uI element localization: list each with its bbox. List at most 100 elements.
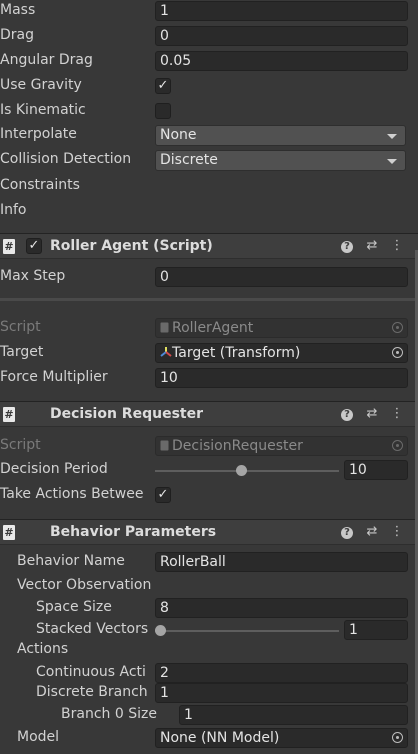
force-row: Force Multiplier 10 [0,367,418,391]
presets-icon[interactable]: ⇄ [364,238,380,254]
decision-requester-header[interactable]: # Decision Requester ? ⇄ ⋮ [0,401,418,427]
stacked-vectors-slider-track[interactable] [155,630,339,632]
target-row: Target Target (Transform) [0,342,418,366]
help-icon[interactable]: ? [339,524,355,540]
interpolate-row: Interpolate None [0,124,418,148]
object-picker-icon [392,322,403,333]
help-icon[interactable]: ? [339,238,355,254]
roller-agent-title: Roller Agent (Script) [50,238,213,254]
angular-drag-field[interactable]: 0.05 [155,51,408,71]
interpolate-dropdown[interactable]: None [155,125,406,146]
object-picker-icon [392,440,403,451]
model-value: None (NN Model) [160,730,280,746]
stacked-vectors-field[interactable]: 1 [344,620,408,640]
is-kinematic-label: Is Kinematic [0,102,86,118]
decision-period-slider-thumb[interactable] [236,465,248,476]
branch0-row: Branch 0 Size 1 [0,704,418,728]
constraints-row[interactable]: Constraints [0,175,418,199]
mass-field[interactable]: 1 [155,1,408,21]
menu-icon[interactable]: ⋮ [389,524,405,540]
decision-requester-title: Decision Requester [50,406,203,422]
behavior-parameters-title: Behavior Parameters [50,524,217,540]
transform-icon [160,345,172,357]
mass-row: Mass 1 [0,0,418,24]
presets-icon[interactable]: ⇄ [364,406,380,422]
max-step-row: Max Step 0 [0,266,418,290]
dr-script-value: DecisionRequester [172,438,303,454]
angular-drag-label: Angular Drag [0,52,93,68]
presets-icon[interactable]: ⇄ [364,524,380,540]
chevron-down-icon [387,134,397,139]
object-picker-icon[interactable] [392,732,403,743]
behavior-name-row: Behavior Name RollerBall [0,551,418,575]
roller-agent-enabled-checkbox[interactable]: ✓ [26,238,42,254]
agent-script-row: Script RollerAgent [0,317,418,341]
is-kinematic-row: Is Kinematic [0,100,418,124]
agent-script-value: RollerAgent [172,320,254,336]
take-actions-label: Take Actions Betwee [0,486,144,502]
space-size-field[interactable]: 8 [155,598,408,618]
space-size-label: Space Size [36,599,112,615]
use-gravity-label: Use Gravity [0,77,82,93]
dr-script-label: Script [0,437,41,453]
behavior-parameters-header[interactable]: # Behavior Parameters ? ⇄ ⋮ [0,519,418,545]
help-icon[interactable]: ? [339,406,355,422]
continuous-actions-field[interactable]: 2 [155,663,408,683]
interpolate-label: Interpolate [0,126,77,142]
branch0-field[interactable]: 1 [179,705,408,725]
interpolate-value: None [160,127,197,143]
drag-row: Drag 0 [0,25,418,49]
divider [0,298,418,301]
menu-icon[interactable]: ⋮ [389,406,405,422]
model-field[interactable]: None (NN Model) [155,728,408,748]
menu-icon[interactable]: ⋮ [389,238,405,254]
decision-period-field[interactable]: 10 [344,460,408,480]
info-row[interactable]: Info [0,200,418,224]
info-label[interactable]: Info [0,202,27,218]
max-step-label: Max Step [0,268,66,284]
use-gravity-checkbox[interactable]: ✓ [155,78,171,94]
actions-row[interactable]: Actions [0,639,418,663]
stacked-vectors-slider-thumb[interactable] [155,625,166,636]
use-gravity-row: Use Gravity ✓ [0,75,418,99]
collision-label: Collision Detection [0,151,132,167]
target-value: Target (Transform) [172,345,301,361]
take-actions-checkbox[interactable]: ✓ [155,487,171,503]
is-kinematic-checkbox[interactable] [155,103,171,119]
decision-period-label: Decision Period [0,461,108,477]
target-field[interactable]: Target (Transform) [155,343,408,363]
constraints-label[interactable]: Constraints [0,177,80,193]
roller-agent-header[interactable]: # ✓ Roller Agent (Script) ? ⇄ ⋮ [0,233,418,259]
script-icon: # [3,407,15,422]
actions-label[interactable]: Actions [17,641,68,657]
space-size-row: Space Size 8 [0,597,418,621]
mass-label: Mass [0,2,36,18]
discrete-branches-field[interactable]: 1 [155,683,408,703]
target-label: Target [0,344,44,360]
discrete-branches-label: Discrete Branch [36,684,148,700]
object-picker-icon[interactable] [392,347,403,358]
agent-script-field: RollerAgent [155,318,408,338]
take-actions-row: Take Actions Betwee ✓ [0,484,418,508]
collision-dropdown[interactable]: Discrete [155,150,406,171]
vector-observation-row[interactable]: Vector Observation [0,575,418,599]
collision-row: Collision Detection Discrete [0,149,418,173]
decision-period-row: Decision Period 10 [0,459,418,483]
chevron-down-icon [387,159,397,164]
dr-script-row: Script DecisionRequester [0,435,418,459]
script-file-icon [160,320,170,333]
dr-script-field: DecisionRequester [155,436,408,456]
force-field[interactable]: 10 [155,368,408,388]
max-step-field[interactable]: 0 [155,267,408,287]
drag-field[interactable]: 0 [155,26,408,46]
behavior-name-field[interactable]: RollerBall [155,552,408,572]
discrete-branches-row: Discrete Branch 1 [0,682,418,706]
vector-observation-label[interactable]: Vector Observation [17,577,151,593]
script-file-icon [160,438,170,451]
agent-script-label: Script [0,319,41,335]
drag-label: Drag [0,27,35,43]
collision-value: Discrete [160,152,218,168]
model-row: Model None (NN Model) [0,727,418,751]
model-label: Model [17,729,60,745]
stacked-vectors-label: Stacked Vectors [36,621,149,637]
